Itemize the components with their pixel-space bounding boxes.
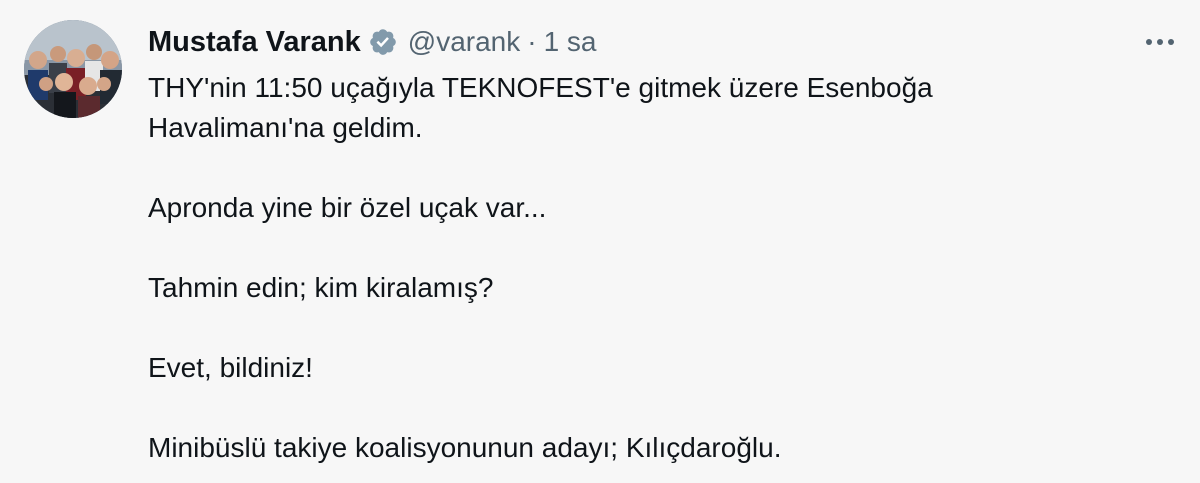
author-handle[interactable]: @varank bbox=[408, 26, 520, 58]
tweet-line: Apronda yine bir özel uçak var... bbox=[148, 192, 547, 223]
verified-badge-icon bbox=[368, 27, 398, 57]
tweet-line: Tahmin edin; kim kiralamış? bbox=[148, 272, 494, 303]
tweet-text: THY'nin 11:50 uçağıyla TEKNOFEST'e gitme… bbox=[148, 68, 1148, 468]
more-options-icon[interactable] bbox=[1142, 24, 1178, 60]
tweet-line: Havalimanı'na geldim. bbox=[148, 112, 423, 143]
tweet-card[interactable]: Mustafa Varank @varank · 1 sa THY'nin 11… bbox=[0, 0, 1200, 483]
author-name[interactable]: Mustafa Varank bbox=[148, 26, 361, 59]
tweet-line: Minibüslü takiye koalisyonunun adayı; Kı… bbox=[148, 432, 782, 463]
tweet-timestamp[interactable]: 1 sa bbox=[544, 26, 597, 58]
avatar[interactable] bbox=[24, 20, 122, 118]
separator-dot: · bbox=[527, 26, 537, 57]
group-photo-image bbox=[24, 20, 122, 118]
tweet-header: Mustafa Varank @varank · 1 sa bbox=[148, 22, 597, 62]
tweet-line: THY'nin 11:50 uçağıyla TEKNOFEST'e gitme… bbox=[148, 72, 933, 103]
tweet-line: Evet, bildiniz! bbox=[148, 352, 313, 383]
